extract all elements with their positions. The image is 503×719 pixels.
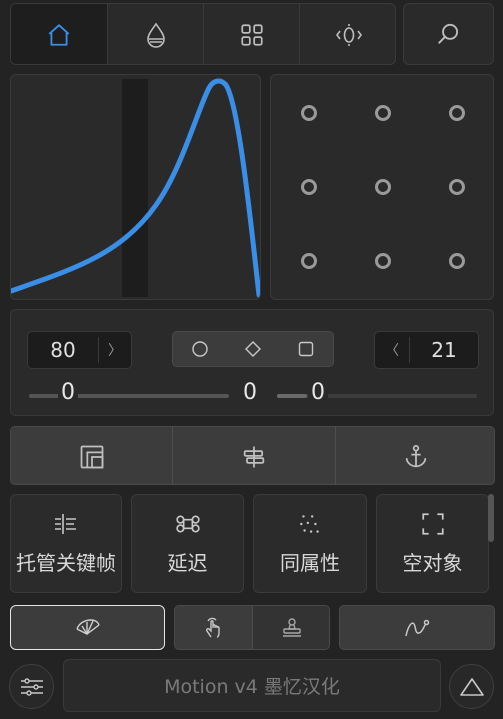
controls-panel: 80 〉 〈 21 0 0 0 [10, 309, 494, 416]
search-icon [437, 23, 458, 44]
easing-curve[interactable] [11, 75, 261, 300]
orbit-icon [335, 24, 362, 46]
command-icon [175, 515, 200, 533]
layers-icon [80, 445, 103, 468]
anchor-point-middle-left[interactable] [301, 179, 317, 195]
sliders-icon [20, 677, 43, 696]
frame-corners-icon [421, 513, 444, 535]
dots-grid-icon [300, 515, 319, 533]
align-center-button[interactable] [173, 427, 335, 484]
tool-label: 托管关键帧 [16, 551, 116, 575]
slider-track-right[interactable] [277, 394, 477, 398]
tool-label: 延迟 [167, 551, 208, 575]
grid-icon [240, 24, 263, 46]
chevron-left-icon[interactable]: 〈 [375, 340, 409, 360]
tool-keyframe-manager[interactable]: 托管关键帧 [10, 494, 122, 593]
collapse-button[interactable] [449, 664, 494, 709]
keyframe-shape-selector [172, 331, 334, 367]
touch-icon [205, 617, 220, 638]
drop-icon [146, 22, 165, 48]
pick-whip-group [174, 605, 330, 650]
tool-label: 空对象 [402, 551, 463, 575]
outgoing-influence-value: 80 [50, 338, 76, 362]
anchor-icon [405, 444, 427, 467]
tab-grid[interactable] [204, 4, 299, 64]
align-toolbar [10, 426, 495, 485]
diamond-icon[interactable] [244, 340, 262, 358]
triangle-up-icon [459, 677, 484, 696]
curve-pen-icon [405, 619, 430, 636]
tab-orbit[interactable] [300, 4, 395, 64]
anchor-button[interactable] [336, 427, 494, 484]
anchor-point-top-center[interactable] [375, 105, 391, 121]
keyframe-icon [55, 514, 76, 534]
anchor-point-top-right[interactable] [449, 105, 465, 121]
anchor-point-center[interactable] [375, 179, 391, 195]
app-title-bar[interactable]: Motion v4 墨忆汉化 [63, 659, 441, 712]
stamp-button[interactable] [253, 606, 329, 649]
tool-delay[interactable]: 延迟 [131, 494, 244, 593]
scrollbar-thumb[interactable] [488, 494, 494, 542]
search-button[interactable] [403, 3, 494, 65]
anchor-point-bottom-left[interactable] [301, 253, 317, 269]
stamp-icon [283, 617, 301, 637]
nav-bar [10, 3, 396, 65]
tab-drop[interactable] [108, 4, 203, 64]
anchor-grid [270, 74, 494, 300]
fan-button[interactable] [10, 605, 165, 650]
anchor-point-top-left[interactable] [301, 105, 317, 121]
anchor-point-bottom-center[interactable] [375, 253, 391, 269]
fan-icon [75, 618, 100, 635]
slider-left-value[interactable]: 0 [58, 380, 78, 405]
curve-pen-button[interactable] [339, 605, 495, 650]
home-icon [48, 24, 70, 46]
outgoing-influence-field[interactable]: 80 〉 [27, 331, 132, 369]
app-title: Motion v4 墨忆汉化 [164, 676, 340, 698]
anchor-point-bottom-right[interactable] [449, 253, 465, 269]
anchor-point-middle-right[interactable] [449, 179, 465, 195]
slider-track-right-active [277, 394, 307, 398]
align-center-icon [243, 446, 265, 467]
tool-null-object[interactable]: 空对象 [376, 494, 489, 593]
curve-graph[interactable] [10, 74, 261, 300]
tool-same-property[interactable]: 同属性 [253, 494, 367, 593]
tab-home[interactable] [11, 4, 107, 64]
circle-icon[interactable] [191, 340, 209, 358]
incoming-influence-field[interactable]: 〈 21 [374, 331, 479, 369]
layers-button[interactable] [11, 427, 172, 484]
chevron-right-icon[interactable]: 〉 [99, 340, 131, 360]
tool-label: 同属性 [280, 551, 340, 575]
slider-right-value[interactable]: 0 [308, 380, 328, 405]
incoming-influence-value: 21 [431, 338, 457, 362]
settings-button[interactable] [9, 664, 54, 709]
slider-mid-value[interactable]: 0 [243, 380, 257, 405]
square-icon[interactable] [297, 340, 315, 358]
touch-button[interactable] [175, 606, 252, 649]
